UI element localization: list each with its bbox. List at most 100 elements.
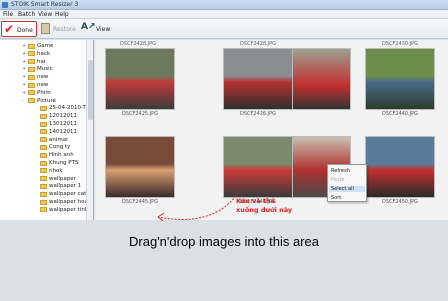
view-label: View xyxy=(96,26,111,33)
hint-line-1: Kéo và thả xyxy=(236,197,276,205)
tree-item[interactable]: animal xyxy=(34,136,68,144)
photo-thumbnail[interactable] xyxy=(365,136,435,198)
folder-icon xyxy=(28,51,35,57)
thumbnail-caption: DSCF2430.JPG xyxy=(381,41,419,47)
tree-item-label: Cong ty xyxy=(49,144,71,151)
folder-icon xyxy=(40,199,47,205)
tree-item[interactable]: wallpaper hoat xyxy=(34,198,90,206)
thumbnail-caption: DSCF2428.JPG xyxy=(239,41,277,47)
menu-bar: File Batch View Help xyxy=(0,10,448,19)
tree-item-label: Picture xyxy=(37,97,56,104)
tree-item[interactable]: nhok xyxy=(34,167,63,175)
scrollbar-thumb[interactable] xyxy=(88,60,93,120)
thumbnail-grid[interactable]: DSCF2450.JPG DSCF2446.JPG DSCF2445.JPG DSCF… xyxy=(95,40,448,220)
checkmark-icon: ✔ xyxy=(4,22,15,36)
hint-line-2: xuống dưới này xyxy=(236,206,293,214)
thumbnail-caption: DSCF2426.JPG xyxy=(239,111,277,117)
tree-item[interactable]: + hack xyxy=(22,50,50,58)
folder-icon xyxy=(28,66,35,72)
thumbnail-caption: DSCF2450.JPG xyxy=(381,199,419,205)
tree-item[interactable]: 25-04-2010-TRI xyxy=(34,104,91,112)
tree-item[interactable]: + new xyxy=(22,81,48,89)
tree-scrollbar[interactable] xyxy=(86,40,93,220)
view-icon: A↗ xyxy=(81,22,96,32)
view-button[interactable]: A↗ View xyxy=(80,21,112,37)
tree-item[interactable]: + Phim xyxy=(22,89,51,97)
tree-item[interactable]: + Game xyxy=(22,42,53,50)
folder-tree[interactable]: wallpaper tinh wallpaper hoat wallpaper ca… xyxy=(0,40,94,220)
toolbar: ✔ Done Restore A↗ View xyxy=(0,19,448,39)
tree-item-label: animal xyxy=(49,136,68,143)
restore-icon xyxy=(41,23,50,34)
tree-item[interactable]: 12012011 xyxy=(34,112,77,120)
tree-item-label: wallpaper xyxy=(49,175,76,182)
tree-item-label: hai xyxy=(37,58,46,65)
folder-icon xyxy=(40,129,47,135)
tree-item-label: wallpaper cat xyxy=(49,191,87,198)
tree-item[interactable]: - Picture xyxy=(22,97,56,105)
menu-help[interactable]: Help xyxy=(55,11,69,18)
folder-icon xyxy=(40,152,47,158)
folder-icon xyxy=(28,43,35,49)
tree-item-label: wallpaper tinh xyxy=(49,206,89,213)
tree-item-label: 13012011 xyxy=(49,121,77,127)
folder-icon xyxy=(40,137,47,143)
thumbnail[interactable]: DSCF2450.JPG xyxy=(361,136,439,208)
menu-view[interactable]: View xyxy=(38,11,52,18)
tree-item[interactable]: + Music xyxy=(22,65,53,73)
thumbnail[interactable]: DSCF2426.JPG xyxy=(219,48,297,120)
hint-note: Kéo và thả xuống dưới này xyxy=(236,197,292,215)
folder-icon xyxy=(40,191,47,197)
tree-item[interactable]: + new xyxy=(22,73,48,81)
tree-item[interactable]: Cong ty xyxy=(34,143,70,151)
tree-item-label: hack xyxy=(37,50,51,57)
tree-item[interactable]: Hinh anh xyxy=(34,151,74,159)
context-menu: Refresh Paste Select all Sort xyxy=(327,164,367,202)
context-paste[interactable]: Paste xyxy=(331,177,345,183)
tree-item[interactable]: wallpaper tinh xyxy=(34,206,88,214)
folder-icon xyxy=(40,105,47,111)
thumbnail[interactable]: DSCF2425.JPG xyxy=(101,48,179,120)
thumbnail-caption: DSCF2440.JPG xyxy=(381,111,419,117)
photo-thumbnail[interactable] xyxy=(105,48,175,110)
thumbnail[interactable]: DSCF2440.JPG xyxy=(361,48,439,120)
tree-item-label: nhok xyxy=(49,167,63,174)
tree-item-label: 25-04-2010-TRI xyxy=(49,105,92,112)
restore-label: Restore xyxy=(53,26,76,33)
thumbnail-caption: DSCF2428.JPG xyxy=(119,41,157,47)
restore-button[interactable]: Restore xyxy=(40,21,76,37)
menu-batch[interactable]: Batch xyxy=(18,11,35,18)
done-button[interactable]: ✔ Done xyxy=(1,21,37,37)
folder-icon xyxy=(40,183,47,189)
folder-icon xyxy=(40,207,47,213)
drop-zone[interactable]: Kéo và thả xuống dưới này Drag'n'drop im… xyxy=(0,192,448,301)
folder-icon xyxy=(40,176,47,182)
context-refresh[interactable]: Refresh xyxy=(331,168,350,174)
tree-item-label: 12012011 xyxy=(49,113,77,120)
tree-item[interactable]: wallpaper cat xyxy=(34,190,86,198)
tree-item-label: new xyxy=(37,82,49,88)
window-title: STOIK Smart Resizer 3 xyxy=(11,1,79,8)
folder-icon xyxy=(28,98,35,104)
tree-item[interactable]: + hai xyxy=(22,58,45,66)
tree-item-label: wallpaper 1 xyxy=(49,183,82,190)
tree-item-label: Game xyxy=(37,43,54,49)
photo-thumbnail[interactable] xyxy=(365,48,435,110)
tree-item-label: Music xyxy=(37,66,53,73)
tree-item[interactable]: 14012011 xyxy=(34,128,77,136)
drop-instruction: Drag'n'drop images into this area xyxy=(129,234,319,249)
tree-item[interactable]: Khung PTS xyxy=(34,159,78,167)
tree-item[interactable]: wallpaper xyxy=(34,175,76,183)
menu-file[interactable]: File xyxy=(3,11,13,18)
tree-item[interactable]: 13012011 xyxy=(34,120,77,128)
tree-item-label: wallpaper hoat xyxy=(49,199,91,205)
photo-thumbnail[interactable] xyxy=(223,48,293,110)
title-bar: STOIK Smart Resizer 3 xyxy=(0,0,448,10)
folder-icon xyxy=(40,168,47,174)
thumbnail-caption: DSCF2425.JPG xyxy=(121,111,159,117)
context-sort[interactable]: Sort xyxy=(331,195,341,201)
context-select-all[interactable]: Select all xyxy=(329,186,365,192)
tree-item[interactable]: wallpaper 1 xyxy=(34,182,81,190)
folder-icon xyxy=(28,74,35,80)
folder-icon xyxy=(40,160,47,166)
